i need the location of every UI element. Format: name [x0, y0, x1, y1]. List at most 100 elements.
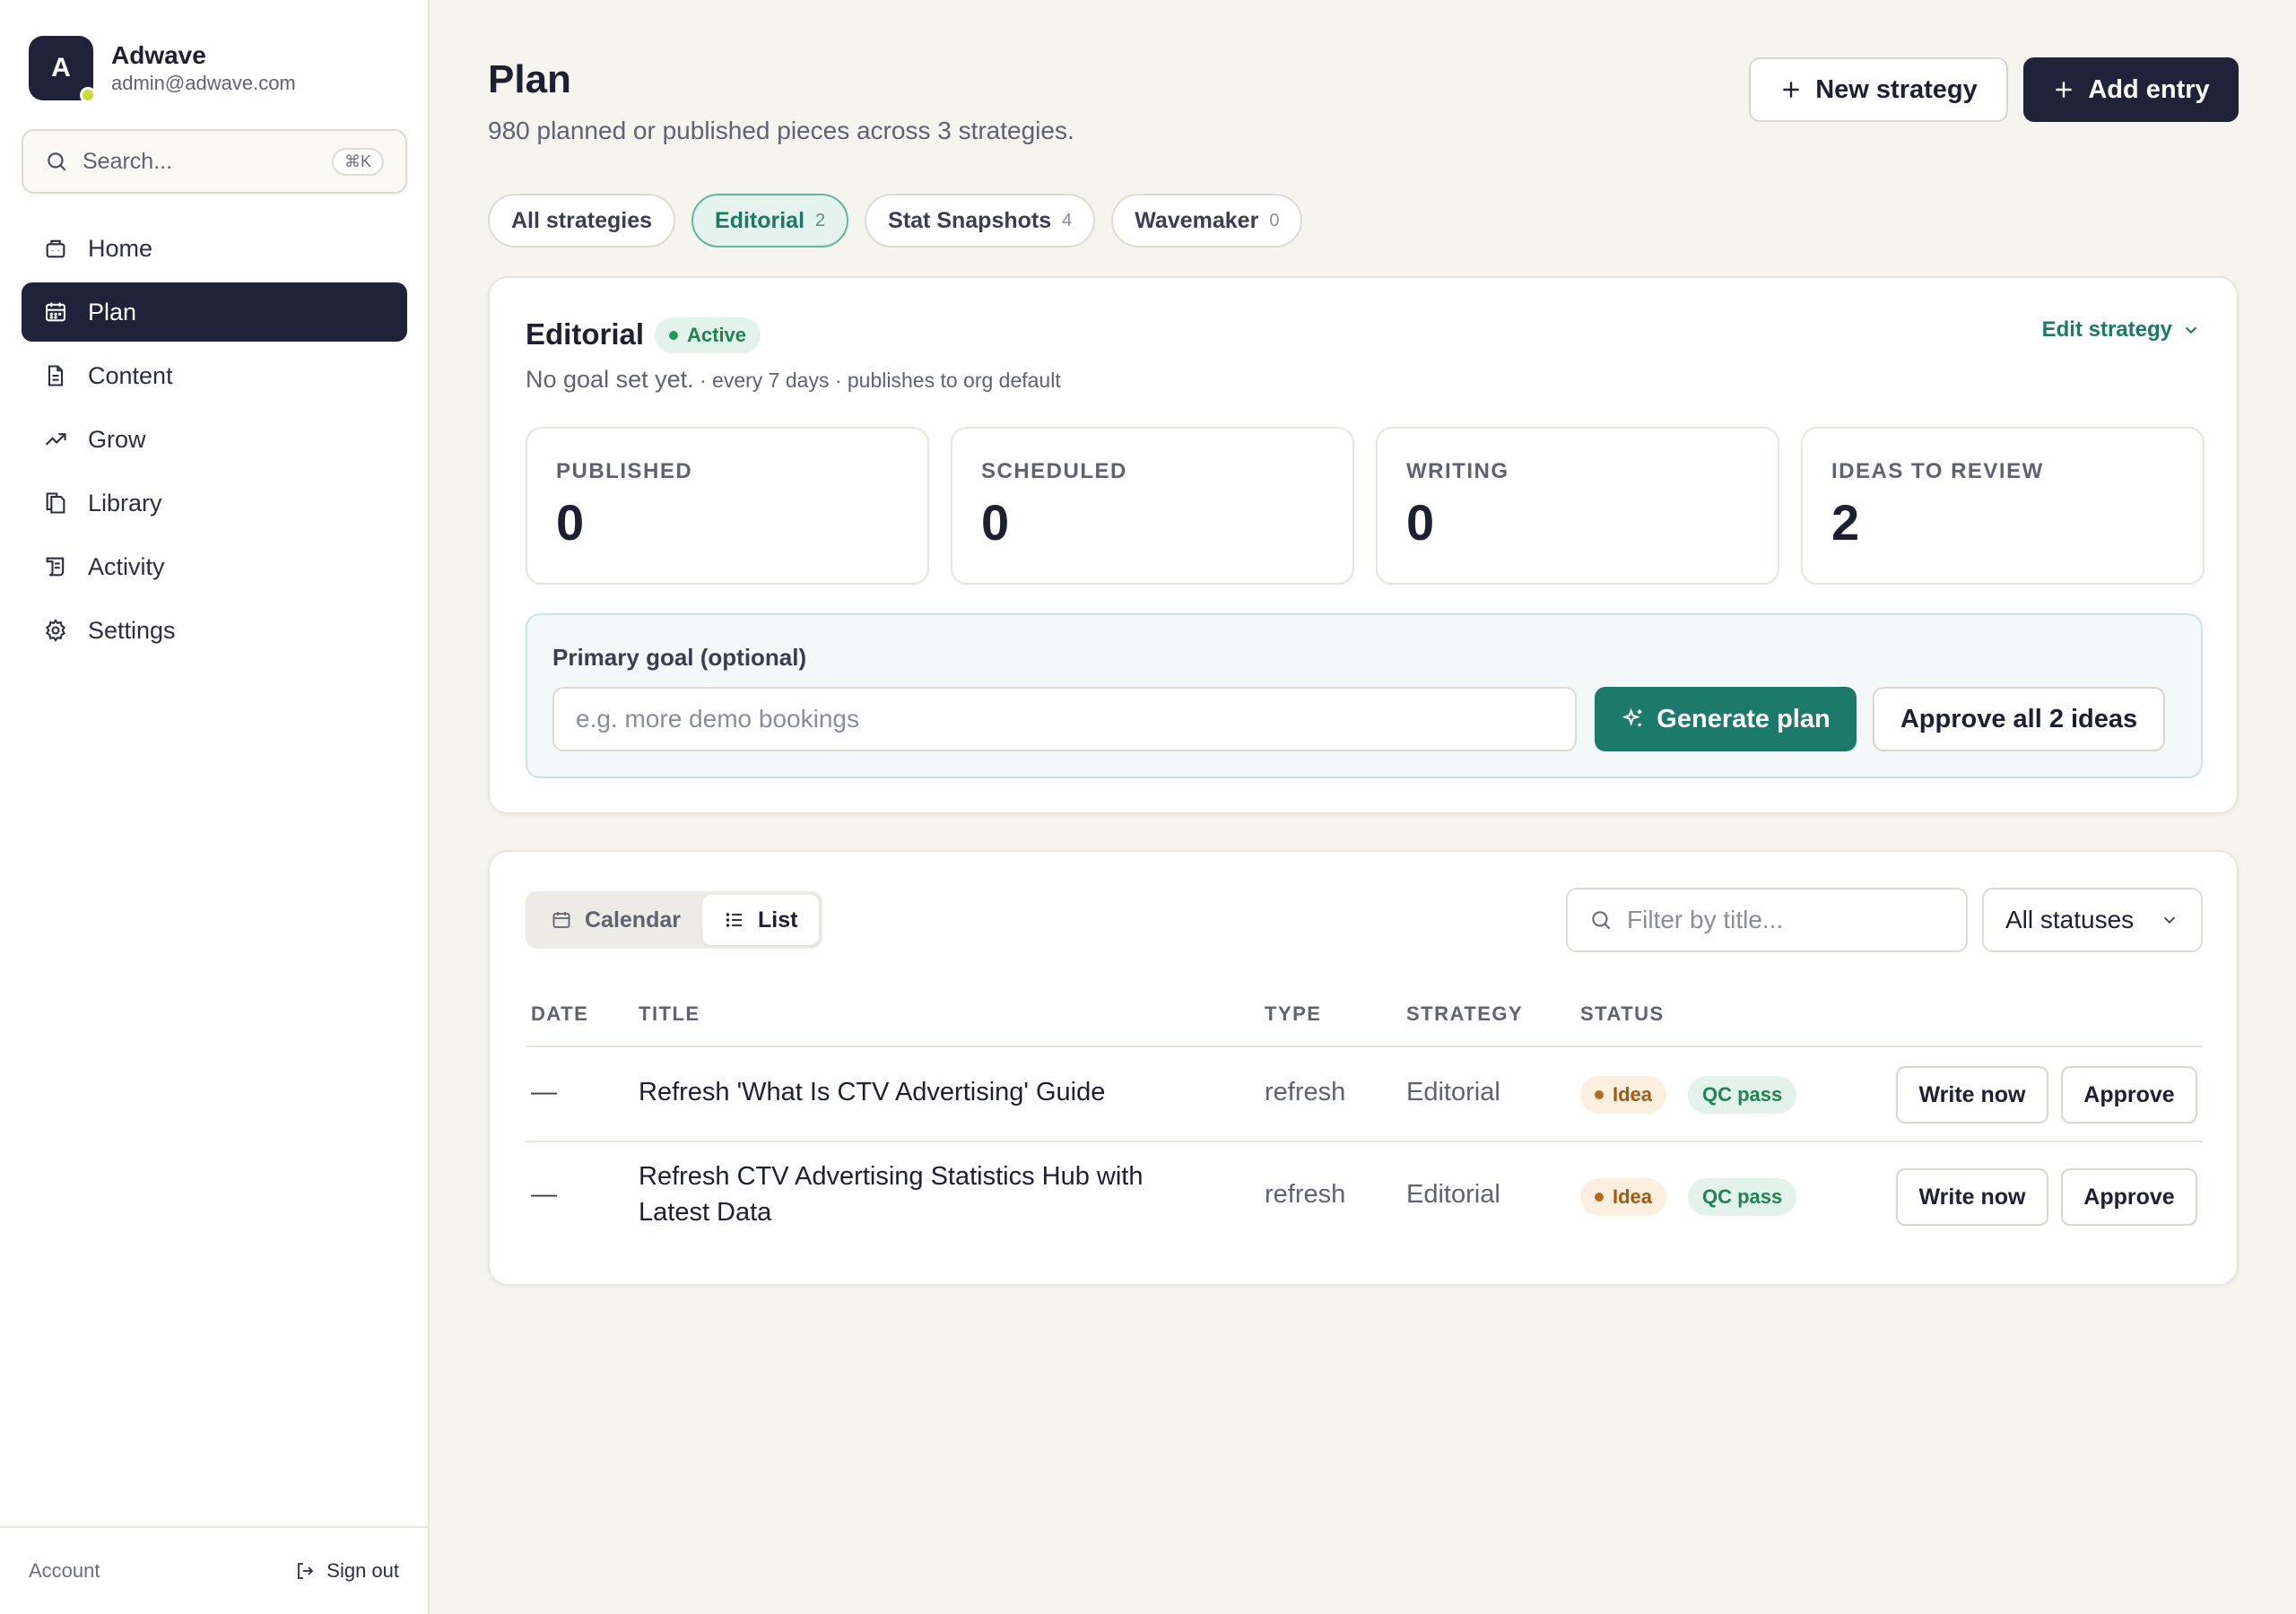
- table-row[interactable]: — Refresh CTV Advertising Statistics Hub…: [526, 1142, 2203, 1252]
- row-date: —: [531, 1180, 557, 1209]
- sidebar-nav: Home Plan Content Grow Library Activity …: [22, 219, 407, 664]
- stat-label: SCHEDULED: [981, 459, 1127, 483]
- user-email: admin@adwave.com: [111, 72, 296, 94]
- chevron-down-icon: [2163, 916, 2176, 924]
- status-badge: Active: [655, 317, 761, 353]
- add-entry-label: Add entry: [2088, 74, 2210, 104]
- add-entry-button[interactable]: Add entry: [2023, 57, 2239, 122]
- qc-badge: QC pass: [1688, 1076, 1797, 1114]
- strategy-description: No goal set yet. · every 7 days · publis…: [526, 366, 1061, 394]
- document-icon: [48, 365, 64, 386]
- approve-all-label: Approve all 2 ideas: [1900, 704, 2138, 733]
- status-badge-idea: Idea: [1580, 1076, 1667, 1114]
- edit-strategy-button[interactable]: Edit strategy: [2042, 317, 2201, 343]
- column-header-status: STATUS: [1580, 1002, 1665, 1025]
- primary-goal-panel: Primary goal (optional) Generate plan Ap…: [526, 613, 2203, 778]
- write-now-button[interactable]: Write now: [1896, 1066, 2048, 1124]
- sidebar-footer: Account Sign out: [0, 1526, 428, 1614]
- avatar: A: [29, 36, 96, 103]
- status-badge-label: Active: [687, 324, 747, 346]
- status-dot: [1595, 1193, 1604, 1202]
- primary-goal-label: Primary goal (optional): [552, 644, 807, 671]
- row-title[interactable]: Refresh 'What Is CTV Advertising' Guide: [639, 1074, 1213, 1110]
- search-input[interactable]: Search... ⌘K: [22, 129, 407, 194]
- sidebar-item-plan[interactable]: Plan: [22, 282, 407, 342]
- sidebar: A Adwave admin@adwave.com Search... ⌘K H…: [0, 0, 430, 1614]
- view-list-button[interactable]: List: [701, 895, 820, 945]
- status-filter-value: All statuses: [2005, 906, 2135, 933]
- column-header-title: TITLE: [639, 1002, 700, 1025]
- sidebar-item-settings[interactable]: Settings: [22, 601, 407, 660]
- generate-plan-button[interactable]: Generate plan: [1595, 687, 1857, 751]
- filter-placeholder: Filter by title...: [1627, 906, 1784, 933]
- calendar-icon: [552, 912, 570, 928]
- logout-icon: [298, 1563, 314, 1579]
- strategy-goal-text: No goal set yet.: [526, 366, 694, 393]
- status-dot: [1595, 1090, 1604, 1099]
- sidebar-item-content[interactable]: Content: [22, 346, 407, 405]
- write-now-button[interactable]: Write now: [1896, 1168, 2048, 1226]
- status-dot: [669, 331, 678, 340]
- strategy-name: Editorial: [526, 317, 645, 351]
- stat-value: 2: [1831, 494, 1860, 551]
- strategy-card: Editorial Active No goal set yet. · ever…: [488, 276, 2239, 814]
- approve-all-ideas-button[interactable]: Approve all 2 ideas: [1873, 687, 2165, 751]
- stat-label: PUBLISHED: [556, 459, 693, 483]
- trending-up-icon: [45, 433, 66, 446]
- approve-button[interactable]: Approve: [2061, 1066, 2197, 1124]
- chip-count: 2: [815, 210, 826, 230]
- sidebar-item-library[interactable]: Library: [22, 473, 407, 533]
- row-title[interactable]: Refresh CTV Advertising Statistics Hub w…: [639, 1158, 1213, 1230]
- sign-out-button[interactable]: Sign out: [294, 1559, 399, 1583]
- new-strategy-label: New strategy: [1815, 74, 1978, 104]
- chip-label: Editorial: [715, 207, 805, 233]
- primary-goal-input[interactable]: [552, 687, 1577, 751]
- view-calendar-button[interactable]: Calendar: [529, 895, 702, 945]
- plus-icon: [2056, 82, 2072, 98]
- chip-all-strategies[interactable]: All strategies: [488, 194, 676, 247]
- strategy-filter-chips: All strategies Editorial 2 Stat Snapshot…: [488, 194, 1303, 247]
- sidebar-item-grow[interactable]: Grow: [22, 410, 407, 469]
- plus-icon: [1783, 82, 1799, 98]
- column-header-strategy: STRATEGY: [1406, 1002, 1524, 1025]
- page-title: Plan: [488, 57, 571, 101]
- stat-card-ideas-to-review: IDEAS TO REVIEW 2: [1801, 427, 2205, 585]
- scroll-icon: [46, 557, 65, 577]
- search-icon: [48, 152, 66, 171]
- avatar-letter: A: [51, 53, 71, 82]
- row-strategy: Editorial: [1406, 1180, 1500, 1209]
- sidebar-item-label: Plan: [88, 298, 137, 325]
- qc-badge: QC pass: [1688, 1178, 1797, 1216]
- table-row[interactable]: — Refresh 'What Is CTV Advertising' Guid…: [526, 1047, 2203, 1142]
- table-header: DATE TITLE TYPE STRATEGY STATUS: [526, 1002, 2203, 1047]
- stat-card-published: PUBLISHED 0: [526, 427, 929, 585]
- status-filter-select[interactable]: All statuses: [1982, 888, 2203, 952]
- brand[interactable]: A Adwave admin@adwave.com: [29, 36, 296, 103]
- row-type: refresh: [1265, 1078, 1346, 1106]
- stat-value: 0: [981, 494, 1010, 551]
- chip-label: All strategies: [511, 207, 653, 233]
- column-header-type: TYPE: [1265, 1002, 1322, 1025]
- sidebar-item-label: Content: [88, 361, 173, 389]
- new-strategy-button[interactable]: New strategy: [1749, 57, 2008, 122]
- sidebar-item-activity[interactable]: Activity: [22, 537, 407, 596]
- home-icon: [46, 239, 65, 258]
- chip-wavemaker[interactable]: Wavemaker 0: [1111, 194, 1303, 247]
- stat-card-scheduled: SCHEDULED 0: [951, 427, 1354, 585]
- filter-by-title-input[interactable]: Filter by title...: [1566, 888, 1968, 952]
- row-type: refresh: [1265, 1180, 1346, 1209]
- stat-value: 0: [1406, 494, 1435, 551]
- sidebar-item-home[interactable]: Home: [22, 219, 407, 278]
- chip-editorial[interactable]: Editorial 2: [691, 194, 849, 247]
- view-toggle: Calendar List: [526, 891, 823, 949]
- chip-stat-snapshots[interactable]: Stat Snapshots 4: [865, 194, 1096, 247]
- chip-count: 0: [1269, 210, 1280, 230]
- approve-button[interactable]: Approve: [2061, 1168, 2197, 1226]
- strategy-stats: PUBLISHED 0 SCHEDULED 0 WRITING 0 IDEAS …: [526, 427, 2205, 585]
- generate-plan-label: Generate plan: [1657, 704, 1831, 733]
- online-status-dot: [80, 87, 96, 103]
- status-badge-idea: Idea: [1580, 1178, 1667, 1216]
- edit-strategy-label: Edit strategy: [2041, 317, 2172, 342]
- app-name: Adwave: [111, 41, 206, 69]
- gear-icon: [46, 619, 65, 642]
